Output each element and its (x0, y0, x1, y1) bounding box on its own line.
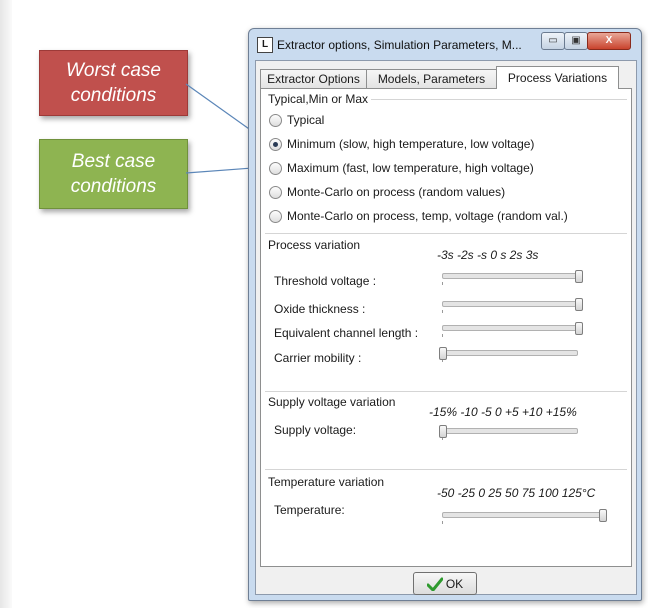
tab-process-variations[interactable]: Process Variations (496, 66, 619, 89)
radio-icon (269, 113, 282, 127)
carrier-mobility-label: Carrier mobility : (274, 351, 362, 365)
slider-thumb[interactable] (439, 347, 447, 360)
title-bar[interactable]: L Extractor options, Simulation Paramete… (249, 29, 641, 60)
radio-icon (269, 185, 282, 199)
radio-monte-carlo-process[interactable]: Monte-Carlo on process (random values) (269, 183, 505, 201)
page-edge (0, 0, 12, 608)
ok-button[interactable]: OK (413, 572, 477, 595)
close-button[interactable]: X (587, 32, 631, 50)
maximize-button[interactable]: ▣ (564, 32, 588, 50)
best-case-callout: Best case conditions (39, 139, 188, 209)
tab-extractor-options[interactable]: Extractor Options (260, 69, 367, 88)
radio-label: Monte-Carlo on process (random values) (287, 185, 506, 199)
radio-minimum[interactable]: Minimum (slow, high temperature, low vol… (269, 135, 534, 153)
divider (265, 391, 627, 392)
supply-variation-title: Supply voltage variation (268, 395, 396, 409)
temperature-slider[interactable] (442, 509, 607, 525)
supply-scale-labels: -15% -10 -5 0 +5 +10 +15% (429, 405, 577, 419)
radio-label: Monte-Carlo on process, temp, voltage (r… (287, 209, 568, 223)
channel-length-slider[interactable] (442, 322, 583, 338)
divider (265, 233, 627, 234)
slider-thumb[interactable] (599, 509, 607, 522)
radio-label: Typical (287, 113, 325, 127)
slider-thumb[interactable] (575, 298, 583, 311)
radio-label: Minimum (slow, high temperature, low vol… (287, 137, 535, 151)
oxide-thickness-label: Oxide thickness : (274, 302, 366, 316)
carrier-mobility-slider[interactable] (439, 347, 578, 363)
slider-thumb[interactable] (439, 425, 447, 438)
check-icon (426, 577, 443, 591)
divider (371, 99, 627, 100)
oxide-thickness-slider[interactable] (442, 298, 583, 314)
supply-voltage-label: Supply voltage: (274, 423, 357, 437)
radio-label: Maximum (fast, low temperature, high vol… (287, 161, 534, 175)
process-variations-panel: Typical,Min or Max Typical Minimum (slow… (260, 88, 632, 567)
temperature-variation-title: Temperature variation (268, 475, 385, 489)
radio-selected-icon (269, 137, 282, 151)
radio-icon (269, 209, 282, 223)
radio-typical[interactable]: Typical (269, 111, 324, 129)
radio-monte-carlo-all[interactable]: Monte-Carlo on process, temp, voltage (r… (269, 207, 568, 225)
slider-thumb[interactable] (575, 270, 583, 283)
options-window: L Extractor options, Simulation Paramete… (248, 28, 642, 601)
window-title: Extractor options, Simulation Parameters… (277, 38, 522, 52)
radio-maximum[interactable]: Maximum (fast, low temperature, high vol… (269, 159, 534, 177)
dialog-client: Extractor Options Models, Parameters Pro… (255, 60, 637, 595)
process-scale-labels: -3s -2s -s 0 s 2s 3s (437, 248, 539, 262)
slider-thumb[interactable] (575, 322, 583, 335)
radio-icon (269, 161, 282, 175)
worst-case-callout: Worst case conditions (39, 50, 188, 116)
divider (265, 469, 627, 470)
temperature-label: Temperature: (274, 503, 345, 517)
ok-label: OK (445, 576, 464, 591)
supply-voltage-slider[interactable] (439, 425, 578, 441)
channel-length-label: Equivalent channel length : (274, 326, 419, 340)
tab-models-parameters[interactable]: Models, Parameters (366, 69, 497, 88)
minimize-button[interactable]: ▭ (541, 32, 565, 50)
threshold-voltage-label: Threshold voltage : (274, 274, 377, 288)
threshold-voltage-slider[interactable] (442, 270, 583, 286)
app-icon: L (257, 37, 273, 53)
temperature-scale-labels: -50 -25 0 25 50 75 100 125°C (437, 486, 596, 500)
process-variation-title: Process variation (268, 238, 361, 252)
typical-group-title: Typical,Min or Max (268, 92, 369, 106)
